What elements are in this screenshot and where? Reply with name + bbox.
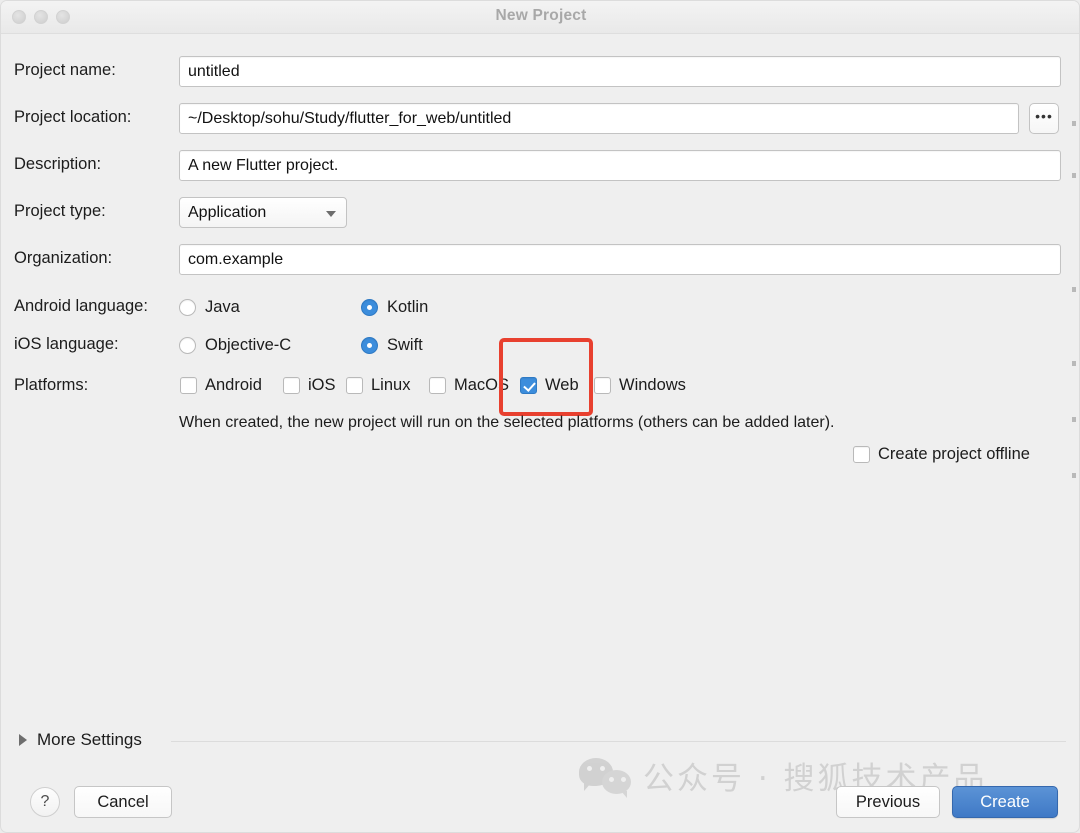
description-label: Description: (14, 155, 102, 173)
checkbox-label: MacOS (454, 376, 510, 394)
checkbox-platform-ios[interactable]: iOS (283, 376, 336, 395)
project-name-label: Project name: (14, 61, 116, 79)
radio-label: Kotlin (387, 298, 429, 316)
project-type-value: Application (188, 203, 267, 221)
help-button[interactable]: ? (30, 787, 60, 817)
project-type-label: Project type: (14, 202, 106, 220)
platforms-label: Platforms: (14, 376, 89, 394)
checkbox-checked-icon (520, 377, 537, 394)
checkbox-platform-web[interactable]: Web (520, 376, 579, 395)
checkbox-label: Linux (371, 376, 411, 394)
project-location-value: ~/Desktop/sohu/Study/flutter_for_web/unt… (188, 109, 512, 127)
checkbox-icon (346, 377, 363, 394)
checkbox-label: Android (205, 376, 262, 394)
scroll-edge-marks (1072, 121, 1076, 481)
window-title: New Project (495, 7, 587, 24)
checkbox-label: Create project offline (878, 445, 1030, 463)
radio-icon (179, 299, 196, 316)
radio-label: Objective-C (205, 336, 292, 354)
checkbox-platform-linux[interactable]: Linux (346, 376, 410, 395)
project-name-input[interactable]: untitled (179, 56, 1061, 87)
more-settings-label: More Settings (37, 730, 142, 749)
cancel-button[interactable]: Cancel (74, 786, 172, 818)
more-settings-divider (171, 741, 1066, 742)
project-location-label: Project location: (14, 108, 132, 126)
organization-input[interactable]: com.example (179, 244, 1061, 275)
previous-button[interactable]: Previous (836, 786, 940, 818)
browse-folder-button[interactable]: ••• (1029, 103, 1059, 134)
radio-android-java[interactable]: Java (179, 298, 240, 317)
organization-label: Organization: (14, 249, 113, 267)
radio-selected-icon (361, 299, 378, 316)
checkbox-platform-android[interactable]: Android (180, 376, 262, 395)
chevron-down-icon (326, 211, 336, 217)
checkbox-create-project-offline[interactable]: Create project offline (853, 445, 1030, 464)
platforms-hint-text: When created, the new project will run o… (179, 414, 835, 431)
project-type-select[interactable]: Application (179, 197, 347, 228)
radio-icon (179, 337, 196, 354)
checkbox-icon (429, 377, 446, 394)
chevron-right-icon (19, 734, 27, 746)
create-button[interactable]: Create (952, 786, 1058, 818)
radio-selected-icon (361, 337, 378, 354)
radio-label: Swift (387, 336, 423, 354)
project-name-value: untitled (188, 62, 240, 80)
radio-label: Java (205, 298, 240, 316)
checkbox-icon (283, 377, 300, 394)
organization-value: com.example (188, 250, 284, 268)
checkbox-label: Windows (619, 376, 686, 394)
checkbox-icon (853, 446, 870, 463)
description-value: A new Flutter project. (188, 156, 339, 174)
radio-ios-swift[interactable]: Swift (361, 336, 423, 355)
android-language-label: Android language: (14, 297, 148, 315)
checkbox-icon (594, 377, 611, 394)
checkbox-platform-macos[interactable]: MacOS (429, 376, 509, 395)
checkbox-platform-windows[interactable]: Windows (594, 376, 686, 395)
project-location-input[interactable]: ~/Desktop/sohu/Study/flutter_for_web/unt… (179, 103, 1019, 134)
checkbox-icon (180, 377, 197, 394)
radio-ios-objective-c[interactable]: Objective-C (179, 336, 291, 355)
checkbox-label: iOS (308, 376, 336, 394)
checkbox-label: Web (545, 376, 579, 394)
description-input[interactable]: A new Flutter project. (179, 150, 1061, 181)
more-settings-toggle[interactable]: More Settings (19, 730, 142, 750)
radio-android-kotlin[interactable]: Kotlin (361, 298, 428, 317)
ios-language-label: iOS language: (14, 335, 119, 353)
wechat-logo-icon (579, 757, 631, 798)
title-bar: New Project (1, 1, 1079, 34)
new-project-dialog: New Project Project name: untitled Proje… (0, 0, 1080, 833)
